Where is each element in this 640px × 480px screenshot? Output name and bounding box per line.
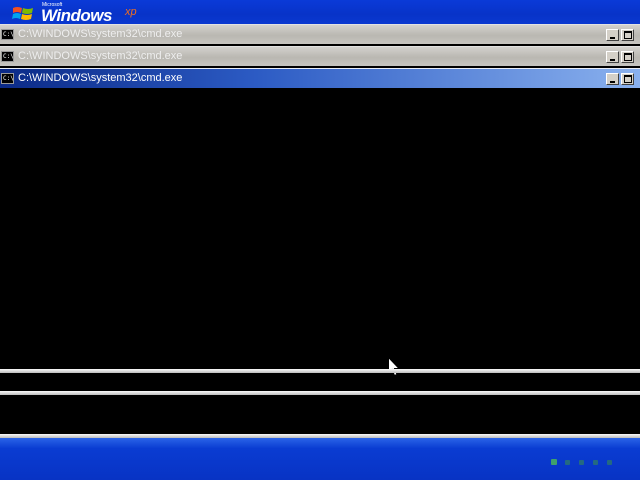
windows-flag-icon bbox=[12, 7, 33, 20]
cmd-window-2-titlebar[interactable]: C:\ C:\WINDOWS\system32\cmd.exe bbox=[0, 46, 640, 66]
cmd-icon[interactable]: C:\ bbox=[1, 73, 14, 84]
progress-dot bbox=[607, 460, 612, 465]
console-output-area[interactable] bbox=[0, 90, 640, 377]
minimize-button[interactable] bbox=[606, 29, 619, 41]
progress-dot bbox=[565, 460, 570, 465]
maximize-button[interactable] bbox=[621, 51, 634, 63]
cmd-window-3-titlebar[interactable]: C:\ C:\WINDOWS\system32\cmd.exe bbox=[0, 68, 640, 88]
maximize-button[interactable] bbox=[621, 73, 634, 85]
window-title: C:\WINDOWS\system32\cmd.exe bbox=[18, 28, 183, 40]
mouse-pointer-icon bbox=[388, 357, 400, 377]
minimize-button[interactable] bbox=[606, 73, 619, 85]
window-bottom-edge bbox=[0, 369, 640, 373]
progress-dot bbox=[593, 460, 598, 465]
cmd-window-1-titlebar[interactable]: C:\ C:\WINDOWS\system32\cmd.exe bbox=[0, 24, 640, 44]
cmd-icon[interactable]: C:\ bbox=[1, 51, 14, 62]
maximize-button[interactable] bbox=[621, 29, 634, 41]
window-title: C:\WINDOWS\system32\cmd.exe bbox=[18, 72, 183, 84]
progress-dot bbox=[551, 459, 557, 465]
logo-windows-text: Windows bbox=[41, 6, 112, 25]
window-title: C:\WINDOWS\system32\cmd.exe bbox=[18, 50, 183, 62]
window-bottom-edge bbox=[0, 391, 640, 395]
top-banner: Microsoft Windows xp bbox=[0, 0, 640, 25]
bottom-banner bbox=[0, 438, 640, 480]
cmd-icon[interactable]: C:\ bbox=[1, 29, 14, 40]
progress-dot bbox=[579, 460, 584, 465]
logo-xp-text: xp bbox=[125, 6, 137, 18]
minimize-button[interactable] bbox=[606, 51, 619, 63]
